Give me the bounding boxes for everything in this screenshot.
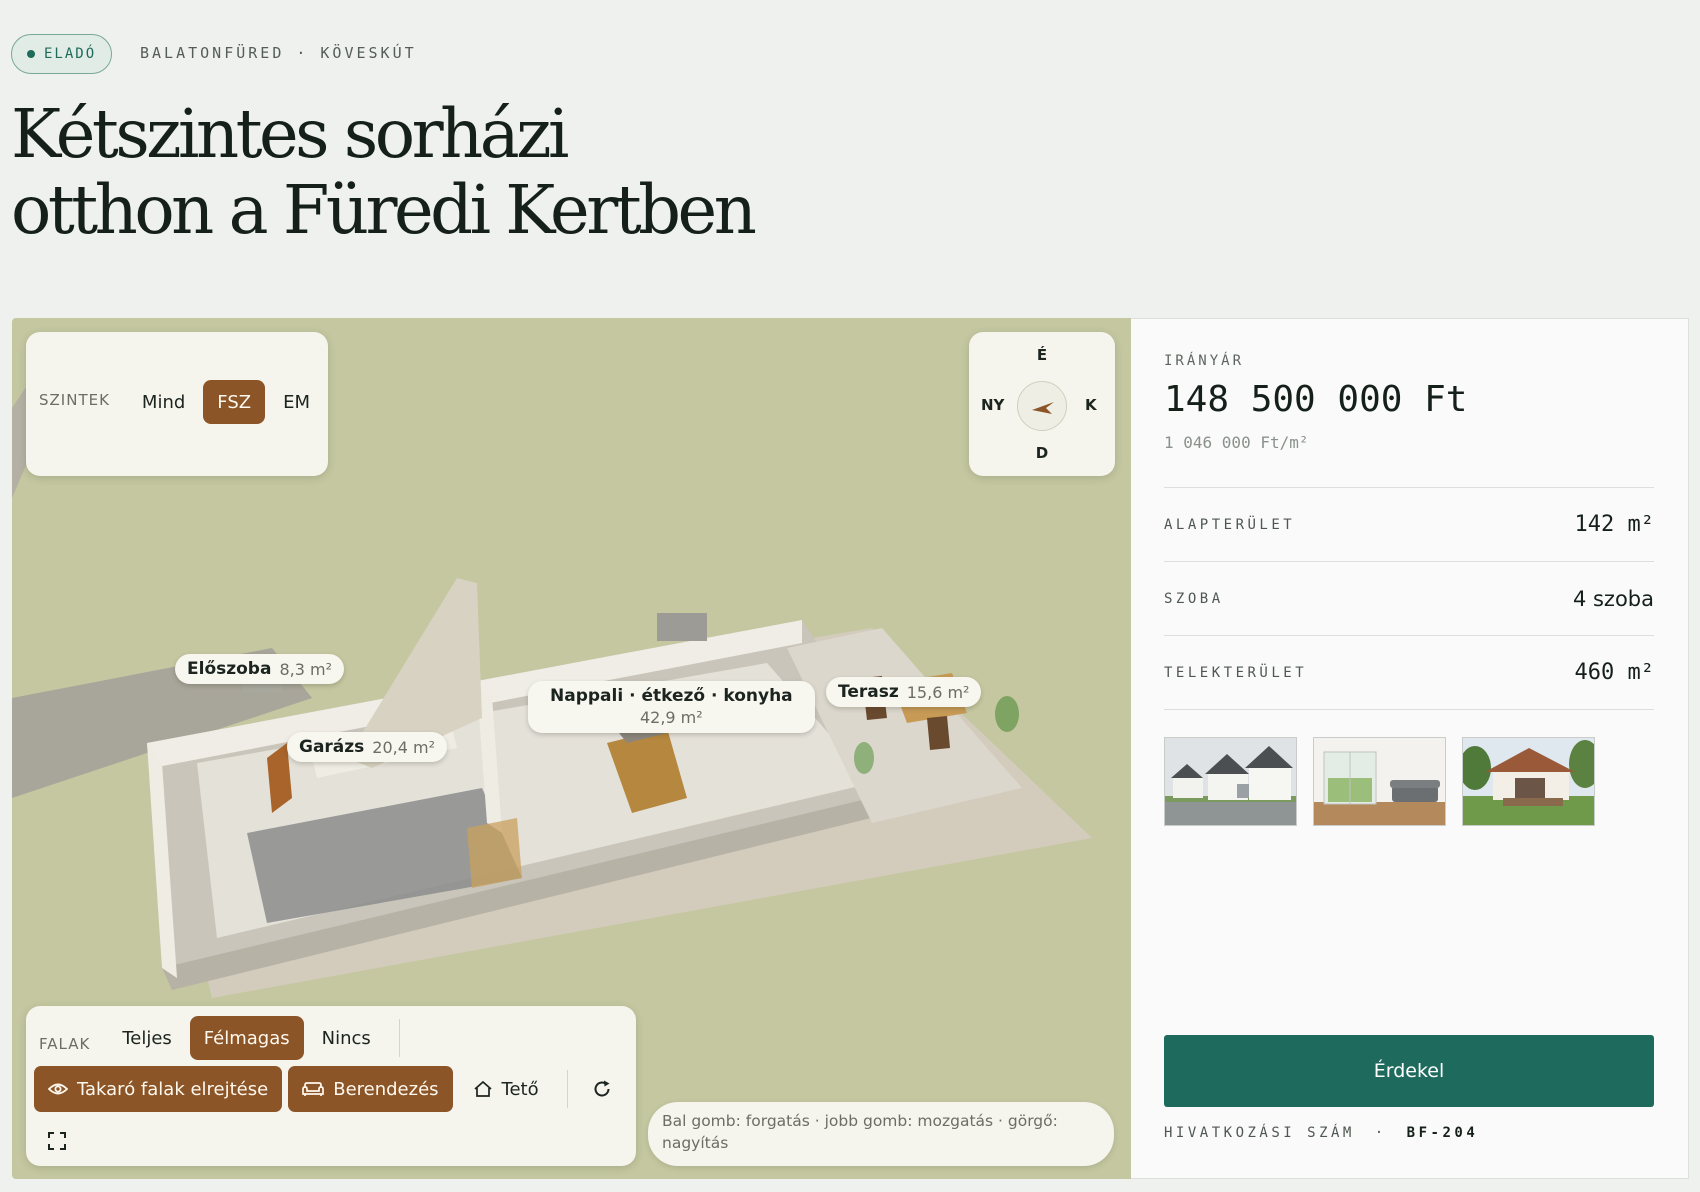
furniture-label: Berendezés <box>333 1078 439 1100</box>
spec-row-alapterulet: ALAPTERÜLET 142 m² <box>1164 487 1654 561</box>
page-title: Kétszintes sorházi otthon a Füredi Kertb… <box>11 95 757 249</box>
wall-option-felmagas[interactable]: Félmagas <box>189 1016 304 1060</box>
wall-option-nincs[interactable]: Nincs <box>308 1016 385 1060</box>
rotate-icon <box>594 1080 610 1097</box>
spec-key: SZOBA <box>1164 590 1224 607</box>
compass-west: NY <box>981 396 1005 414</box>
spec-divider <box>1164 709 1654 710</box>
room-name: Garázs <box>299 737 365 757</box>
level-option-em[interactable]: EM <box>269 380 324 424</box>
level-option-mind[interactable]: Mind <box>128 380 199 424</box>
room-label-garazs[interactable]: Garázs 20,4 m² <box>287 732 448 762</box>
price-value: 148 500 000 Ft <box>1164 379 1468 420</box>
thumbnail-living-room[interactable] <box>1313 737 1446 826</box>
status-label: ELADÓ <box>44 46 97 62</box>
living-room-photo-icon <box>1314 738 1445 825</box>
walls-divider <box>398 1019 401 1057</box>
window-back <box>657 613 707 641</box>
exterior-photo-icon <box>1165 738 1296 825</box>
spec-row-szoba: SZOBA 4 szoba <box>1164 561 1654 635</box>
level-option-fsz[interactable]: FSZ <box>203 380 266 424</box>
compass[interactable]: É NY K D <box>969 332 1115 476</box>
breadcrumb-district: KÖVESKÚT <box>320 44 417 62</box>
listing-sidebar: IRÁNYÁR 148 500 000 Ft 1 046 000 Ft/m² A… <box>1131 318 1689 1179</box>
reference-value: BF-204 <box>1406 1125 1479 1141</box>
hide-walls-toggle[interactable]: Takaró falak elrejtése <box>34 1066 283 1112</box>
fullscreen-button[interactable] <box>42 1118 72 1164</box>
room-label-nappali[interactable]: Nappali · étkező · konyha 42,9 m² <box>528 681 815 733</box>
room-area: 8,3 m² <box>279 659 332 679</box>
floorplan-3d-viewer[interactable]: Előszoba 8,3 m² Garázs 20,4 m² Nappali ·… <box>12 318 1131 1179</box>
furniture-toggle[interactable]: Berendezés <box>288 1066 453 1112</box>
terrace-chair-2 <box>927 716 950 750</box>
breadcrumb: BALATONFÜRED · KÖVESKÚT <box>140 44 417 62</box>
compass-needle-icon <box>1032 402 1054 414</box>
room-name: Előszoba <box>187 659 272 679</box>
walls-label: FALAK <box>39 1034 91 1053</box>
levels-panel: SZINTEK Mind FSZ EM <box>26 332 328 476</box>
spec-value: 460 m² <box>1574 660 1654 685</box>
price-per-sqm: 1 046 000 Ft/m² <box>1164 433 1309 452</box>
levels-label: SZINTEK <box>39 391 110 409</box>
price-label: IRÁNYÁR <box>1164 353 1245 369</box>
garden-photo-icon <box>1463 738 1594 825</box>
thumbnail-exterior[interactable] <box>1164 737 1297 826</box>
reference-separator: · <box>1374 1125 1387 1141</box>
roof-label: Tető <box>501 1078 539 1100</box>
spec-row-telekterulet: TELEKTERÜLET 460 m² <box>1164 635 1654 709</box>
breadcrumb-separator: · <box>296 44 309 62</box>
compass-dial[interactable] <box>1017 381 1067 431</box>
breadcrumb-city: BALATONFÜRED <box>140 44 285 62</box>
fullscreen-icon <box>48 1132 66 1150</box>
reference-number: HIVATKOZÁSI SZÁM · BF-204 <box>1164 1125 1478 1141</box>
sofa-icon <box>302 1082 325 1096</box>
wall-option-teljes[interactable]: Teljes <box>108 1016 185 1060</box>
status-dot-icon <box>27 50 35 58</box>
plant-icon <box>995 696 1019 732</box>
status-badge: ELADÓ <box>11 34 113 74</box>
reset-view-button[interactable] <box>582 1066 622 1112</box>
roof-toggle[interactable]: Tető <box>459 1066 553 1112</box>
toolbar-divider <box>566 1070 569 1108</box>
photo-thumbnails <box>1164 737 1595 826</box>
controls-hint: Bal gomb: forgatás · jobb gomb: mozgatás… <box>648 1102 1114 1166</box>
house-icon <box>473 1080 492 1097</box>
compass-north: É <box>1036 346 1048 364</box>
page-title-line-2: otthon a Füredi Kertben <box>11 171 757 249</box>
walls-panel: FALAK Teljes Félmagas Nincs Takaró falak… <box>26 1006 636 1166</box>
spec-value: 4 szoba <box>1572 586 1654 611</box>
room-area: 42,9 m² <box>639 708 703 727</box>
compass-south: D <box>1035 444 1049 462</box>
reference-label: HIVATKOZÁSI SZÁM <box>1164 1125 1355 1141</box>
thumbnail-garden[interactable] <box>1462 737 1595 826</box>
spec-key: ALAPTERÜLET <box>1164 516 1296 533</box>
interest-button[interactable]: Érdekel <box>1164 1035 1654 1107</box>
room-name: Terasz <box>838 682 899 702</box>
room-label-eloszoba[interactable]: Előszoba 8,3 m² <box>175 654 344 684</box>
room-area: 15,6 m² <box>906 682 970 702</box>
spec-value: 142 m² <box>1574 512 1654 537</box>
plant-icon <box>854 742 874 774</box>
room-name: Nappali · étkező · konyha <box>550 686 793 706</box>
spec-key: TELEKTERÜLET <box>1164 664 1308 681</box>
hide-walls-label: Takaró falak elrejtése <box>77 1078 269 1100</box>
garage-shelf <box>467 818 522 888</box>
page-title-line-1: Kétszintes sorházi <box>11 95 569 173</box>
eye-icon <box>48 1083 68 1095</box>
compass-east: K <box>1085 396 1097 414</box>
room-label-terasz[interactable]: Terasz 15,6 m² <box>826 677 982 707</box>
room-area: 20,4 m² <box>372 737 436 757</box>
